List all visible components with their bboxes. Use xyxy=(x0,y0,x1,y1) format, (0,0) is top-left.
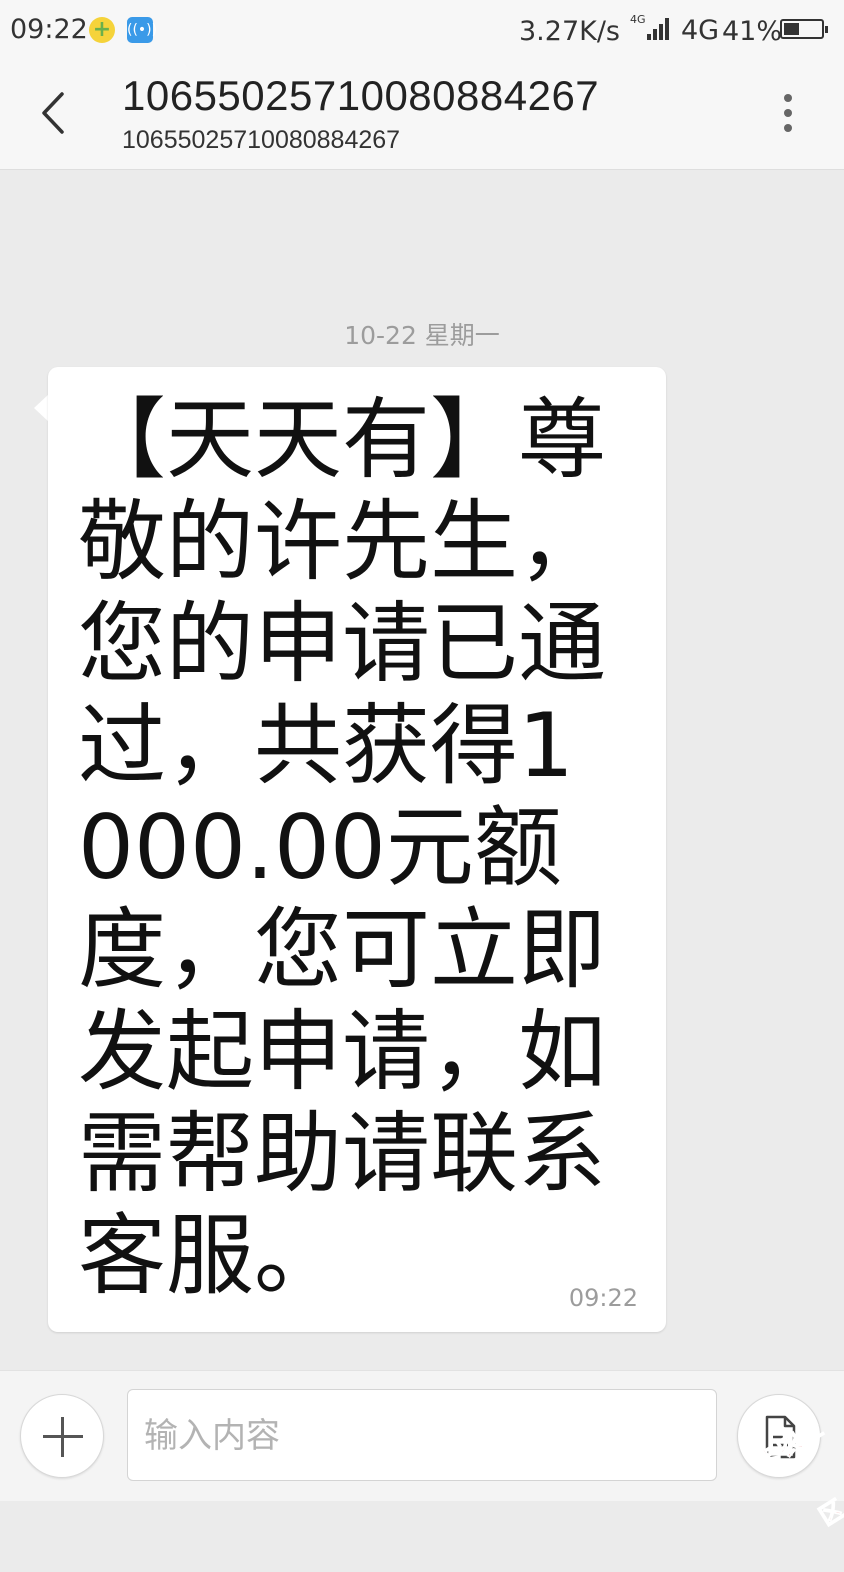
add-attachment-button[interactable] xyxy=(20,1394,104,1478)
contact-number: 10655025710080884267 xyxy=(122,126,401,154)
plus-icon xyxy=(61,1417,64,1457)
composer-bar xyxy=(0,1370,844,1501)
battery-fill xyxy=(784,23,799,35)
message-time: 09:22 xyxy=(568,1284,638,1312)
message-input-box[interactable] xyxy=(127,1389,717,1482)
more-dot-icon xyxy=(784,109,792,117)
more-options-button[interactable] xyxy=(770,88,806,138)
more-dot-icon xyxy=(784,124,792,132)
network-type-small: 4G xyxy=(630,13,646,26)
battery-percent: 41% xyxy=(722,16,783,47)
chevron-left-icon xyxy=(42,92,64,134)
status-bar: 09:22 + ((•)) 3.27K/s 4G 4G 41% xyxy=(0,0,844,60)
back-button[interactable] xyxy=(28,82,82,144)
status-time: 09:22 xyxy=(10,14,88,45)
send-button[interactable] xyxy=(737,1394,821,1478)
signal-bars-icon xyxy=(647,18,675,40)
network-speed: 3.27K/s xyxy=(519,16,620,47)
contact-title: 10655025710080884267 xyxy=(122,72,600,119)
message-bubble[interactable]: 【天天有】尊敬的许先生，您的申请已通过，共获得1000.00元额度，您可立即发起… xyxy=(48,367,666,1332)
plus-circle-icon: + xyxy=(89,17,115,43)
wifi-hotspot-icon: ((•)) xyxy=(127,17,157,43)
document-icon xyxy=(765,1415,796,1459)
date-separator: 10-22 星期一 xyxy=(344,321,500,350)
battery-icon xyxy=(780,19,828,39)
network-type: 4G xyxy=(681,15,720,46)
more-dot-icon xyxy=(784,94,792,102)
conversation-header: 10655025710080884267 1065502571008088426… xyxy=(0,60,844,170)
message-input[interactable] xyxy=(142,1390,706,1482)
message-text: 【天天有】尊敬的许先生，您的申请已通过，共获得1000.00元额度，您可立即发起… xyxy=(78,388,607,1307)
